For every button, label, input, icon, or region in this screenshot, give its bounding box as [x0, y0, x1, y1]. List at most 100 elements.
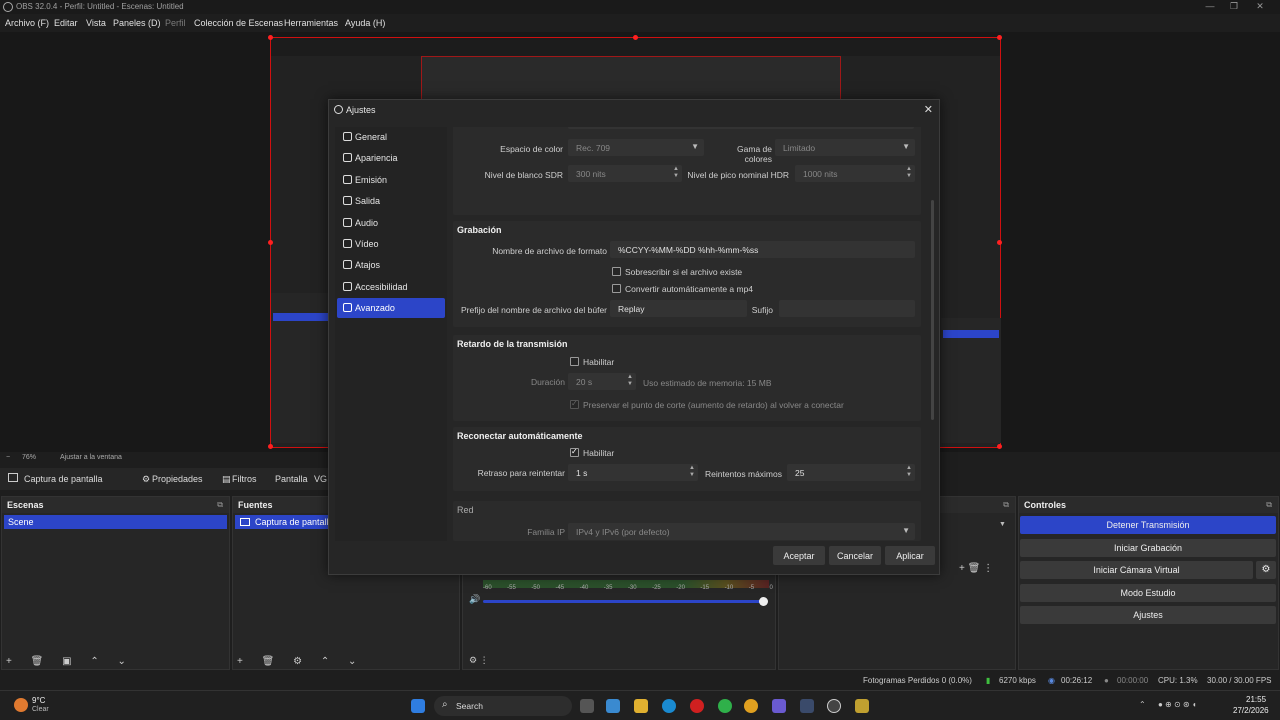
fit-to-window-button[interactable]: Ajustar a la ventana	[60, 454, 122, 461]
menu-perfil[interactable]: Perfil	[165, 18, 186, 28]
spin-arrows-icon[interactable]: ▲ ▼	[906, 465, 912, 479]
volume-slider[interactable]	[483, 600, 765, 603]
video-group: Espacio de color Rec. 709 ▼ Gama de color…	[453, 127, 921, 215]
suffix-input[interactable]	[779, 300, 915, 317]
cpu-usage: CPU: 1.3%	[1158, 676, 1198, 685]
nav-accesibilidad[interactable]: Accesibilidad	[337, 277, 445, 297]
display-capture-icon	[8, 473, 18, 482]
menu-paneles[interactable]: Paneles (D)	[113, 18, 161, 28]
menu-vista[interactable]: Vista	[86, 18, 106, 28]
max-retries-spinbox[interactable]: 25 ▲ ▼	[787, 464, 915, 481]
windows-start-icon[interactable]	[411, 699, 425, 713]
retry-delay-spinbox[interactable]: 1 s ▲ ▼	[568, 464, 698, 481]
copilot-icon[interactable]	[606, 699, 620, 713]
cancel-button[interactable]: Cancelar	[829, 546, 881, 565]
duration-spinbox[interactable]: 20 s ▲ ▼	[568, 373, 636, 390]
taskbar-search[interactable]: ⌕ Search	[434, 696, 572, 716]
undock-icon[interactable]: ⧉	[1003, 500, 1009, 510]
close-icon[interactable]: ✕	[924, 103, 933, 116]
sources-dock-toolbar[interactable]: + 🗑 ⚙ ⌃ ⌄	[237, 656, 364, 667]
menu-archivo[interactable]: Archivo (F)	[5, 18, 49, 28]
spin-arrows-icon[interactable]: ▲ ▼	[627, 374, 633, 388]
menu-ayuda[interactable]: Ayuda (H)	[345, 18, 385, 28]
steam-icon[interactable]	[800, 699, 814, 713]
tray-icons[interactable]: ● ⊕ ⊙ ⊛ ◖	[1158, 700, 1197, 709]
buffer-prefix-input[interactable]: Replay	[610, 300, 747, 317]
spin-arrows-icon[interactable]: ▲ ▼	[689, 465, 695, 479]
keyboard-icon	[343, 260, 352, 269]
preserve-cutpoint-checkbox[interactable]	[570, 399, 579, 409]
settings-button[interactable]: Ajustes	[1020, 606, 1276, 624]
studio-mode-button[interactable]: Modo Estudio	[1020, 584, 1276, 602]
filters-button[interactable]: Filtros	[232, 474, 257, 484]
dialog-titlebar: Ajustes	[329, 100, 939, 120]
content-scrollbar[interactable]	[931, 200, 934, 420]
suffix-label: Sufijo	[751, 305, 773, 315]
nav-audio[interactable]: Audio	[337, 213, 445, 233]
nav-salida[interactable]: Salida	[337, 191, 445, 211]
opera-icon[interactable]	[690, 699, 704, 713]
virtual-camera-gear-icon[interactable]: ⚙	[1256, 561, 1276, 579]
nav-video[interactable]: Vídeo	[337, 234, 445, 254]
ip-family-select[interactable]: IPv4 y IPv6 (por defecto) ▼	[568, 523, 915, 540]
apply-button[interactable]: Aplicar	[885, 546, 935, 565]
duration-label: Duración	[530, 377, 565, 387]
zoom-minus-icon[interactable]: −	[6, 454, 10, 461]
start-virtual-camera-button[interactable]: Iniciar Cámara Virtual	[1020, 561, 1253, 579]
discord-icon[interactable]	[772, 699, 786, 713]
remux-checkbox[interactable]	[612, 284, 621, 293]
nav-apariencia[interactable]: Apariencia	[337, 148, 445, 168]
selected-source-name: Captura de pantalla	[24, 474, 103, 484]
nav-atajos[interactable]: Atajos	[337, 255, 445, 275]
filename-format-input[interactable]: %CCYY-%MM-%DD %hh-%mm-%ss	[610, 241, 915, 258]
controls-dock-title: Controles ⧉	[1019, 497, 1278, 513]
app-taskbar-icon[interactable]	[855, 699, 869, 713]
color-range-select[interactable]: Limitado ▼	[775, 139, 915, 156]
volume-slider-handle[interactable]	[759, 597, 768, 606]
stop-streaming-button[interactable]: Detener Transmisión	[1020, 516, 1276, 534]
chevron-down-icon[interactable]: ▼	[999, 521, 1006, 528]
obs-taskbar-icon[interactable]	[827, 699, 841, 713]
nested-scene-selected	[273, 313, 329, 321]
color-space-select[interactable]: Rec. 709 ▼	[568, 139, 704, 156]
scenes-dock-title: Escenas ⧉	[2, 497, 229, 513]
task-view-icon[interactable]	[580, 699, 594, 713]
file-explorer-icon[interactable]	[634, 699, 648, 713]
start-recording-button[interactable]: Iniciar Grabación	[1020, 539, 1276, 557]
nav-emision[interactable]: Emisión	[337, 170, 445, 190]
chrome-icon[interactable]	[744, 699, 758, 713]
nav-avanzado[interactable]: Avanzado	[337, 298, 445, 318]
transition-toolbar[interactable]: + 🗑 ⋮	[959, 563, 993, 574]
weather-icon[interactable]	[14, 698, 28, 712]
chevron-down-icon: ▼	[902, 142, 910, 151]
nav-general[interactable]: General	[337, 127, 445, 147]
menu-herramientas[interactable]: Herramientas	[284, 18, 338, 28]
stream-delay-enable-checkbox[interactable]	[570, 357, 579, 366]
mixer-settings-icon[interactable]: ⚙ ⋮	[469, 655, 489, 666]
menu-editar[interactable]: Editar	[54, 18, 78, 28]
whatsapp-icon[interactable]	[718, 699, 732, 713]
speaker-icon[interactable]: 🔊	[469, 594, 480, 605]
overwrite-checkbox[interactable]	[612, 267, 621, 276]
zoom-level[interactable]: 76%	[22, 454, 36, 461]
reconnect-enable-checkbox[interactable]	[570, 447, 579, 457]
spin-arrows-icon[interactable]: ▲ ▼	[673, 166, 679, 180]
edge-icon[interactable]	[662, 699, 676, 713]
scene-item[interactable]: Scene	[4, 515, 227, 529]
nested-controls-dock	[941, 318, 1001, 443]
max-retries-label: Reintentos máximos	[704, 469, 782, 479]
undock-icon[interactable]: ⧉	[1266, 500, 1272, 510]
properties-button[interactable]: Propiedades	[152, 474, 203, 484]
tray-chevron-icon[interactable]: ⌃	[1139, 700, 1146, 709]
minimize-icon[interactable]: —	[1203, 1, 1217, 11]
scenes-dock-toolbar[interactable]: + 🗑 ▣ ⌃ ⌄	[6, 656, 134, 667]
undock-icon[interactable]: ⧉	[217, 500, 223, 510]
menu-coleccion-escenas[interactable]: Colección de Escenas	[194, 18, 283, 28]
accept-button[interactable]: Aceptar	[773, 546, 825, 565]
hdr-peak-spinbox[interactable]: 1000 nits ▲ ▼	[795, 165, 915, 182]
maximize-icon[interactable]: ❐	[1227, 1, 1241, 12]
display-selector-trunc[interactable]: VG	[314, 474, 327, 484]
sdr-white-spinbox[interactable]: 300 nits ▲ ▼	[568, 165, 682, 182]
close-window-icon[interactable]: ✕	[1253, 1, 1267, 12]
spin-arrows-icon[interactable]: ▲ ▼	[906, 166, 912, 180]
